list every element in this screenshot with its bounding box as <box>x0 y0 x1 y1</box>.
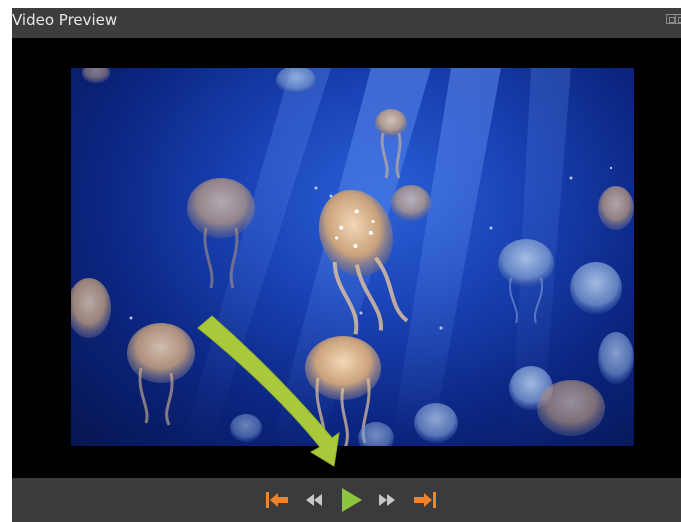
rewind-icon[interactable] <box>304 488 326 512</box>
skip-to-start-icon[interactable] <box>264 488 290 512</box>
play-icon[interactable] <box>338 488 364 512</box>
fast-forward-icon[interactable] <box>375 488 397 512</box>
close-panel-icon[interactable] <box>675 14 681 24</box>
panel-title: Video Preview <box>12 11 118 29</box>
jellyfish-image <box>71 68 634 446</box>
panel-title-bar[interactable]: Video Preview <box>12 8 681 38</box>
skip-to-end-icon[interactable] <box>412 488 438 512</box>
preview-screen <box>12 38 681 478</box>
video-preview-panel: Video Preview <box>0 0 681 522</box>
video-frame <box>71 68 634 446</box>
playback-controls-bar <box>12 478 681 522</box>
